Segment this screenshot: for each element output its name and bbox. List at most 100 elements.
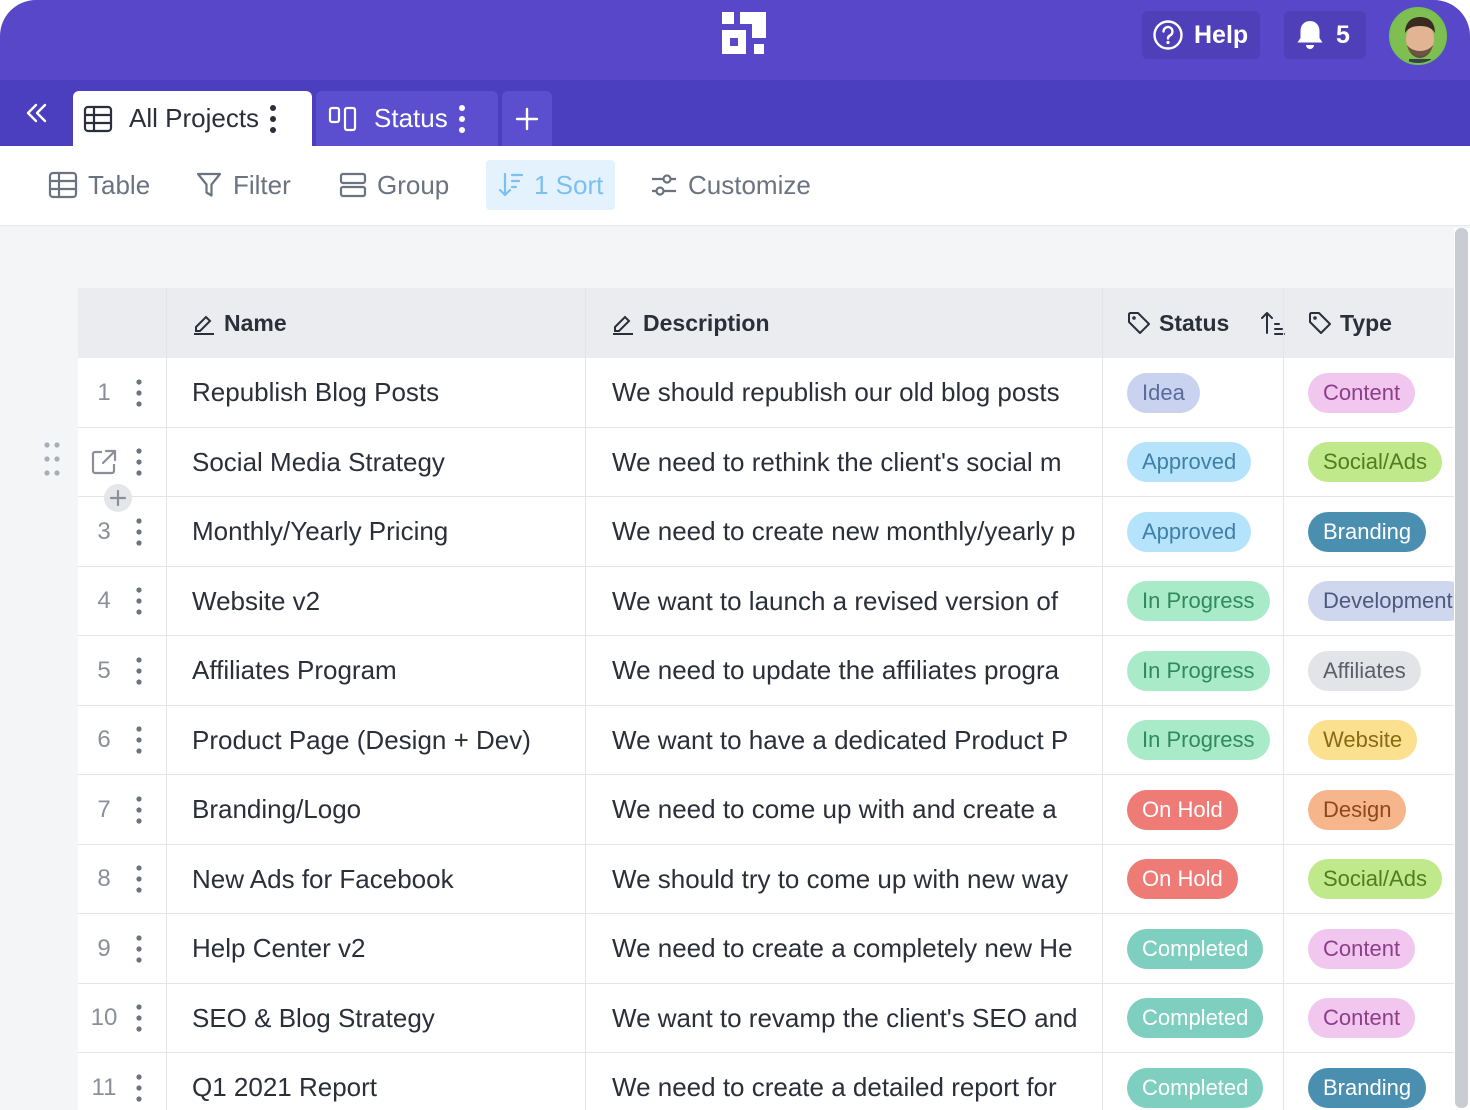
bell-icon [1297,21,1323,49]
tab-options-icon[interactable] [269,104,277,134]
cell-name[interactable]: Q1 2021 Report [192,1053,584,1110]
add-row-button[interactable] [104,484,132,512]
cell-name[interactable]: Monthly/Yearly Pricing [192,497,584,566]
row-options-button[interactable] [130,775,148,844]
collapse-sidebar-icon[interactable] [22,98,52,128]
row-options-button[interactable] [130,428,148,497]
cell-type[interactable]: Website [1308,706,1454,775]
question-circle-icon [1153,20,1183,50]
cell-status[interactable]: Completed [1127,1053,1297,1110]
table-row[interactable]: 1 Republish Blog Posts We should republish… [78,358,1454,428]
cell-name[interactable]: Social Media Strategy [192,428,584,497]
cell-status[interactable]: On Hold [1127,845,1297,914]
cell-type[interactable]: Design [1308,775,1454,844]
cell-description[interactable]: We need to create a detailed report for [612,1053,1102,1110]
expand-record-icon[interactable] [90,448,118,476]
column-header-type[interactable]: Type [1308,288,1392,358]
table-row[interactable]: 4 Website v2 We want to launch a revised v… [78,567,1454,636]
row-options-button[interactable] [130,984,148,1053]
cell-description[interactable]: We should republish our old blog posts [612,358,1102,427]
cell-type[interactable]: Branding [1308,497,1454,566]
sort-ascending-icon[interactable] [1261,310,1285,336]
table-row[interactable]: 3 Monthly/Yearly Pricing We need to create… [78,497,1454,567]
cell-description[interactable]: We want to revamp the client's SEO and [612,984,1102,1053]
cell-description[interactable]: We want to launch a revised version of [612,567,1102,636]
table-row[interactable]: 11 Q1 2021 Report We need to create a deta… [78,1053,1454,1110]
row-options-button[interactable] [130,914,148,983]
kebab-icon [136,378,142,407]
tab-status[interactable]: Status [316,91,498,146]
row-options-button[interactable] [130,567,148,636]
tab-all-projects[interactable]: All Projects [73,91,312,146]
sort-button[interactable]: 1 Sort [486,160,616,210]
cell-name[interactable]: Help Center v2 [192,914,584,983]
row-options-button[interactable] [130,845,148,914]
table-row[interactable]: 6 Product Page (Design + Dev) We want to h… [78,706,1454,775]
cell-status[interactable]: Completed [1127,984,1297,1053]
cell-name[interactable]: Branding/Logo [192,775,584,844]
user-avatar[interactable] [1389,7,1447,65]
app-logo [722,12,766,54]
cell-type[interactable]: Affiliates [1308,636,1454,705]
cell-description[interactable]: We need to update the affiliates progra [612,636,1102,705]
view-toolbar: Table Filter Group 1 Sort Customize [0,146,1470,226]
cell-description[interactable]: We need to come up with and create a [612,775,1102,844]
row-drag-handle-icon[interactable] [44,442,60,476]
cell-status[interactable]: Idea [1127,358,1297,427]
cell-type[interactable]: Social/Ads [1308,428,1454,497]
table-row[interactable]: 5 Affiliates Program We need to update the… [78,636,1454,706]
tab-label: All Projects [129,103,260,133]
group-button[interactable]: Group [339,160,449,210]
column-header-status[interactable]: Status [1127,288,1229,358]
cell-name[interactable]: Affiliates Program [192,636,584,705]
user-photo [1391,9,1445,63]
cell-status[interactable]: On Hold [1127,775,1297,844]
table-row[interactable]: 8 New Ads for Facebook We should try to co… [78,845,1454,914]
cell-status[interactable]: In Progress [1127,636,1297,705]
cell-name[interactable]: Website v2 [192,567,584,636]
cell-description[interactable]: We should try to come up with new way [612,845,1102,914]
cell-name[interactable]: Republish Blog Posts [192,358,584,427]
cell-status[interactable]: Approved [1127,497,1297,566]
cell-description[interactable]: We need to rethink the client's social m [612,428,1102,497]
status-badge: Completed [1127,998,1264,1038]
row-options-button[interactable] [130,636,148,705]
cell-type[interactable]: Content [1308,984,1454,1053]
cell-name[interactable]: SEO & Blog Strategy [192,984,584,1053]
row-options-button[interactable] [130,1053,148,1110]
cell-description[interactable]: We need to create new monthly/yearly p [612,497,1102,566]
cell-type[interactable]: Branding [1308,1053,1454,1110]
notifications-button[interactable]: 5 [1284,11,1366,59]
cell-type[interactable]: Social/Ads [1308,845,1454,914]
cell-description[interactable]: We want to have a dedicated Product P [612,706,1102,775]
filter-button[interactable]: Filter [195,160,291,210]
table-row[interactable]: Social Media Strategy We need to rethink … [78,428,1454,497]
column-label: Name [224,309,287,336]
cell-status[interactable]: In Progress [1127,567,1297,636]
help-button[interactable]: Help [1142,11,1260,59]
vertical-scrollbar[interactable] [1455,228,1468,1108]
row-options-button[interactable] [130,358,148,427]
cell-type[interactable]: Development [1308,567,1454,636]
cell-type[interactable]: Content [1308,914,1454,983]
cell-status[interactable]: Approved [1127,428,1297,497]
tab-options-icon[interactable] [458,104,466,134]
table-view-button[interactable]: Table [48,160,150,210]
cell-name[interactable]: New Ads for Facebook [192,845,584,914]
cell-description[interactable]: We need to create a completely new He [612,914,1102,983]
customize-button[interactable]: Customize [650,160,811,210]
table-row[interactable]: 10 SEO & Blog Strategy We want to revamp t… [78,984,1454,1053]
row-options-button[interactable] [130,706,148,775]
cell-status[interactable]: In Progress [1127,706,1297,775]
add-view-button[interactable] [502,91,552,146]
cell-status[interactable]: Completed [1127,914,1297,983]
cell-name[interactable]: Product Page (Design + Dev) [192,706,584,775]
column-header-name[interactable]: Name [192,288,287,358]
column-header-description[interactable]: Description [611,288,770,358]
table-row[interactable]: 7 Branding/Logo We need to come up with an… [78,775,1454,845]
kebab-icon [136,587,142,615]
row-options-button[interactable] [130,497,148,566]
cell-type[interactable]: Content [1308,358,1454,427]
kanban-icon [328,106,357,131]
table-row[interactable]: 9 Help Center v2 We need to create a compl… [78,914,1454,984]
